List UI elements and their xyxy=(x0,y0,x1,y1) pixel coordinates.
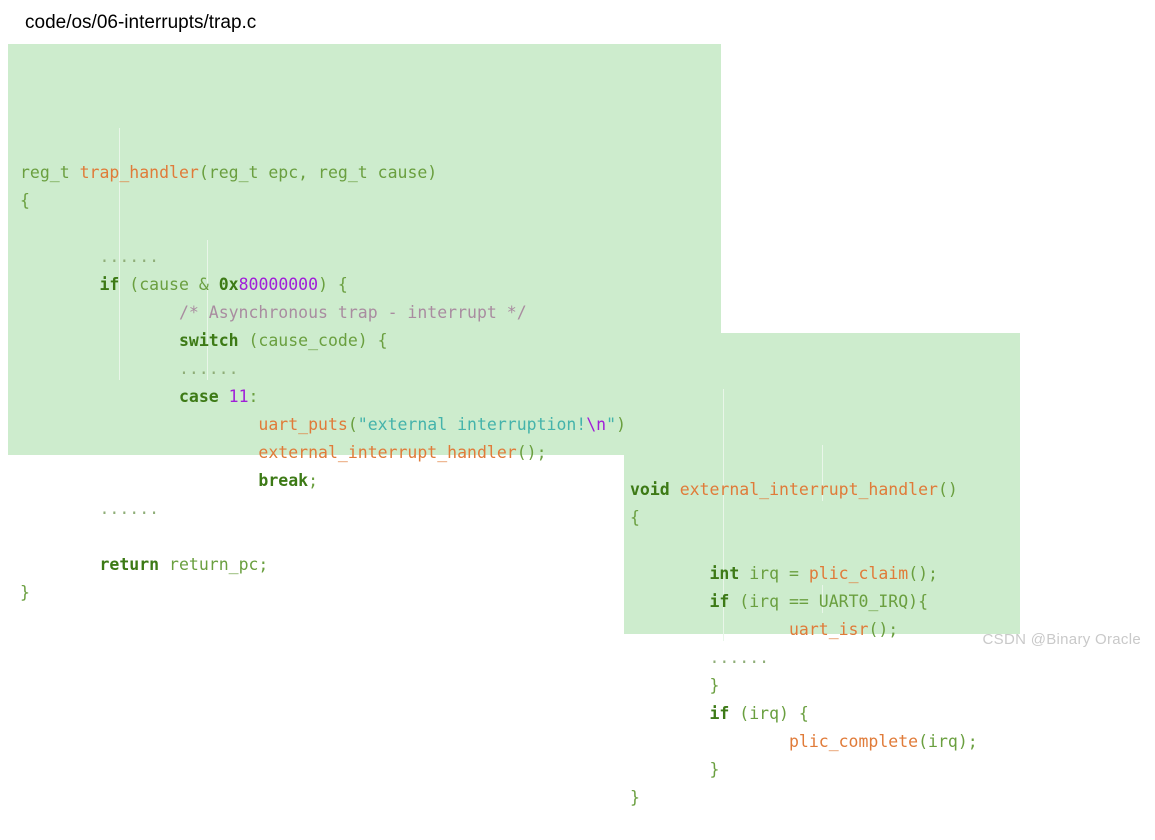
code-lines-external-interrupt-handler: void external_interrupt_handler() { int i… xyxy=(624,473,1020,812)
code-token: if xyxy=(709,592,730,611)
code-line: reg_t trap_handler(reg_t epc, reg_t caus… xyxy=(20,159,721,187)
code-line: if (irq) { xyxy=(630,700,1020,728)
code-token: irq = xyxy=(739,564,809,583)
code-token: ...... xyxy=(20,247,160,266)
watermark: CSDN @Binary Oracle xyxy=(982,631,1141,648)
code-token: /* Asynchronous trap - interrupt */ xyxy=(178,303,527,322)
code-token: return xyxy=(99,555,160,574)
code-token: void xyxy=(630,480,670,499)
code-line: break; xyxy=(20,467,721,495)
code-line: ...... xyxy=(20,355,721,383)
code-line: { xyxy=(630,504,1020,532)
code-token: { xyxy=(630,508,640,527)
code-token: { xyxy=(20,191,30,210)
code-line: { xyxy=(20,187,721,215)
page-title: code/os/06-interrupts/trap.c xyxy=(25,12,257,33)
code-token: return_pc; xyxy=(159,555,269,574)
code-line: if (irq == UART0_IRQ){ xyxy=(630,588,1020,616)
code-line: int irq = plic_claim(); xyxy=(630,560,1020,588)
code-token: external_interrupt_handler xyxy=(679,480,938,499)
code-token: 0x xyxy=(218,275,239,294)
code-token: ; xyxy=(308,471,319,490)
code-token: if xyxy=(99,275,120,294)
code-token: ) { xyxy=(318,275,348,294)
code-line: return return_pc; xyxy=(20,551,721,579)
code-token: trap_handler xyxy=(79,163,199,182)
code-token: 80000000 xyxy=(238,275,319,294)
code-token: if xyxy=(709,704,730,723)
code-token: (); xyxy=(908,564,938,583)
code-token: } xyxy=(630,760,720,779)
code-line: } xyxy=(630,672,1020,700)
code-token: (cause_code) { xyxy=(238,331,388,350)
code-token: uart_puts xyxy=(258,415,348,434)
code-token: external_interrupt_handler xyxy=(258,443,517,462)
code-token: (); xyxy=(868,620,899,639)
code-line: } xyxy=(630,784,1020,812)
code-token: "external interruption! xyxy=(357,415,587,434)
code-line: switch (cause_code) { xyxy=(20,327,721,355)
code-line: uart_puts("external interruption!\n"); xyxy=(20,411,721,439)
code-token: int xyxy=(709,564,740,583)
code-token: (irq); xyxy=(918,732,978,751)
code-token: () xyxy=(937,480,958,499)
code-token: ( xyxy=(347,415,358,434)
code-token: } xyxy=(630,676,720,695)
code-token: \n xyxy=(586,415,607,434)
code-token: plic_complete xyxy=(788,732,919,751)
code-line: uart_isr(); xyxy=(630,616,1020,644)
code-token: } xyxy=(630,788,640,807)
code-token: case xyxy=(178,387,219,406)
code-token: 11 xyxy=(228,387,249,406)
code-token: switch xyxy=(178,331,239,350)
code-token: (reg_t epc, reg_t cause) xyxy=(198,163,438,182)
code-token: ...... xyxy=(20,499,160,518)
code-line: void external_interrupt_handler() xyxy=(630,476,1020,504)
code-line: ...... xyxy=(20,243,721,271)
code-token: } xyxy=(20,583,30,602)
code-line: } xyxy=(20,579,721,607)
code-line: external_interrupt_handler(); xyxy=(20,439,721,467)
code-block-external-interrupt-handler: void external_interrupt_handler() { int i… xyxy=(624,333,1020,807)
code-token: ...... xyxy=(20,359,239,378)
code-token: (irq == UART0_IRQ){ xyxy=(729,592,929,611)
code-line: ...... xyxy=(630,644,1020,672)
code-token: uart_isr xyxy=(788,620,869,639)
code-lines-trap-handler: reg_t trap_handler(reg_t epc, reg_t caus… xyxy=(8,156,721,607)
code-line: if (cause & 0x80000000) { xyxy=(20,271,721,299)
code-token: (cause & xyxy=(119,275,219,294)
code-token: (irq) { xyxy=(729,704,809,723)
code-token: " xyxy=(606,415,617,434)
code-line: case 11: xyxy=(20,383,721,411)
code-token: ...... xyxy=(630,648,770,667)
code-token: break xyxy=(258,471,309,490)
code-line: } xyxy=(630,756,1020,784)
code-block-trap-handler: reg_t trap_handler(reg_t epc, reg_t caus… xyxy=(8,44,721,602)
code-token: plic_claim xyxy=(808,564,909,583)
code-line: ...... xyxy=(20,495,721,523)
code-token: : xyxy=(248,387,259,406)
code-token: reg_t xyxy=(20,163,80,182)
code-line: /* Asynchronous trap - interrupt */ xyxy=(20,299,721,327)
code-line: plic_complete(irq); xyxy=(630,728,1020,756)
code-token: (); xyxy=(516,443,547,462)
